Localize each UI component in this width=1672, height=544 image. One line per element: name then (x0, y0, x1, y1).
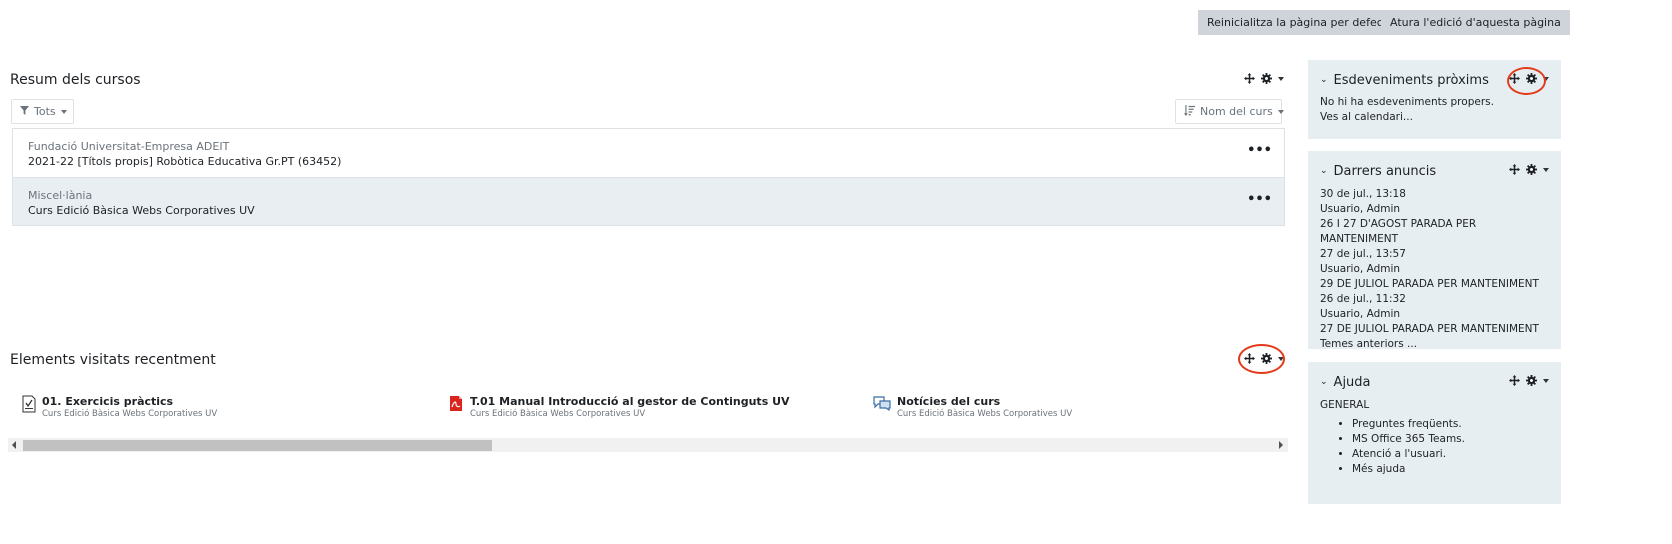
chevron-down-icon[interactable]: ⌄ (1320, 166, 1328, 176)
chevron-down-icon[interactable] (1543, 167, 1549, 172)
recent-item-course: Curs Edició Bàsica Webs Corporatives UV (470, 409, 646, 419)
help-link[interactable]: Més ajuda (1352, 462, 1549, 477)
help-block-controls (1509, 375, 1549, 386)
move-icon[interactable] (1244, 73, 1255, 84)
block-title: Darrers anuncis (1333, 163, 1437, 179)
post-author: Usuario, Admin (1320, 263, 1401, 275)
quiz-icon (22, 395, 36, 416)
gear-icon[interactable] (1526, 164, 1537, 175)
no-events-text: No hi ha esdeveniments propers. (1320, 96, 1494, 108)
move-icon[interactable] (1509, 375, 1520, 386)
course-menu-button[interactable]: ••• (1247, 143, 1272, 158)
gear-icon[interactable] (1261, 73, 1272, 84)
recent-item-name[interactable]: T.01 Manual Introducció al gestor de Con… (470, 395, 790, 408)
course-row[interactable]: Fundació Universitat-Empresa ADEIT 2021-… (13, 129, 1284, 177)
sort-label: Nom del curs (1200, 105, 1273, 118)
course-overview-block-controls (1244, 73, 1284, 84)
block-title: Esdeveniments pròxims (1333, 72, 1489, 88)
announcements-block-controls (1509, 164, 1549, 175)
highlight-circle (1507, 67, 1546, 95)
scroll-left-icon[interactable] (12, 441, 16, 449)
help-links-list: Preguntes freqüents. MS Office 365 Teams… (1320, 417, 1549, 477)
course-row[interactable]: Miscel·lània Curs Edició Bàsica Webs Cor… (13, 177, 1284, 225)
move-icon[interactable] (1509, 164, 1520, 175)
chevron-down-icon[interactable]: ⌄ (1320, 75, 1328, 85)
course-name-link[interactable]: Curs Edició Bàsica Webs Corporatives UV (28, 203, 1269, 218)
post-subject-link[interactable]: 29 DE JULIOL PARADA PER MANTENIMENT (1320, 277, 1549, 292)
post-author: Usuario, Admin (1320, 203, 1401, 215)
recent-item-name[interactable]: 01. Exercicis pràctics (42, 395, 217, 408)
recent-item[interactable]: Notícies del curs Curs Edició Bàsica Web… (873, 395, 1072, 420)
recent-item-name[interactable]: Notícies del curs (897, 395, 1072, 408)
post-subject-link[interactable]: 27 DE JULIOL PARADA PER MANTENIMENT (1320, 322, 1549, 337)
older-topics-link[interactable]: Temes anteriors ... (1320, 337, 1549, 352)
recent-items-title: Elements visitats recentment (10, 352, 216, 368)
sort-dropdown[interactable]: Nom del curs (1175, 99, 1284, 124)
forum-icon (873, 395, 891, 414)
latest-announcements-block: ⌄ Darrers anuncis 30 de jul., 13:18 Usua… (1308, 151, 1561, 352)
filter-label: Tots (34, 105, 56, 118)
help-link[interactable]: Preguntes freqüents. (1352, 417, 1549, 432)
course-category: Miscel·lània (28, 189, 93, 202)
course-overview-title: Resum dels cursos (10, 72, 141, 88)
recent-item[interactable]: T.01 Manual Introducció al gestor de Con… (448, 395, 790, 420)
scroll-right-icon[interactable] (1279, 441, 1283, 449)
sort-icon (1184, 104, 1195, 119)
scrollbar-thumb[interactable] (23, 440, 492, 451)
course-category: Fundació Universitat-Empresa ADEIT (28, 140, 230, 153)
chevron-down-icon[interactable] (1543, 378, 1549, 383)
horizontal-scrollbar[interactable] (8, 438, 1288, 452)
chevron-down-icon[interactable]: ⌄ (1320, 377, 1328, 387)
chevron-down-icon (60, 109, 67, 114)
post-date: 30 de jul., 13:18 (1320, 188, 1406, 200)
block-title: Ajuda (1333, 374, 1371, 390)
chevron-down-icon (1277, 109, 1284, 114)
pdf-icon (448, 395, 464, 415)
filter-dropdown[interactable]: Tots (11, 99, 74, 124)
help-section-label: GENERAL (1320, 399, 1370, 411)
reset-page-button[interactable]: Reinicialitza la pàgina per defecte (1198, 10, 1403, 35)
post-author: Usuario, Admin (1320, 308, 1401, 320)
help-link[interactable]: MS Office 365 Teams. (1352, 432, 1549, 447)
filter-icon (20, 105, 29, 118)
help-link[interactable]: Atenció a l'usuari. (1352, 447, 1549, 462)
post-subject-link[interactable]: 26 I 27 D'AGOST PARADA PER MANTENIMENT (1320, 217, 1549, 247)
calendar-link[interactable]: Ves al calendari... (1320, 110, 1549, 125)
stop-editing-button[interactable]: Atura l'edició d'aquesta pàgina (1381, 10, 1570, 35)
post-date: 26 de jul., 11:32 (1320, 293, 1406, 305)
post-date: 27 de jul., 13:57 (1320, 248, 1406, 260)
highlight-circle (1238, 344, 1285, 374)
recent-item[interactable]: 01. Exercicis pràctics Curs Edició Bàsic… (22, 395, 217, 420)
course-name-link[interactable]: 2021-22 [Títols propis] Robòtica Educati… (28, 154, 1269, 169)
chevron-down-icon[interactable] (1278, 76, 1284, 81)
gear-icon[interactable] (1526, 375, 1537, 386)
course-list: Fundació Universitat-Empresa ADEIT 2021-… (12, 128, 1285, 226)
recent-item-course: Curs Edició Bàsica Webs Corporatives UV (42, 409, 218, 419)
recent-item-course: Curs Edició Bàsica Webs Corporatives UV (897, 409, 1073, 419)
course-menu-button[interactable]: ••• (1247, 192, 1272, 207)
